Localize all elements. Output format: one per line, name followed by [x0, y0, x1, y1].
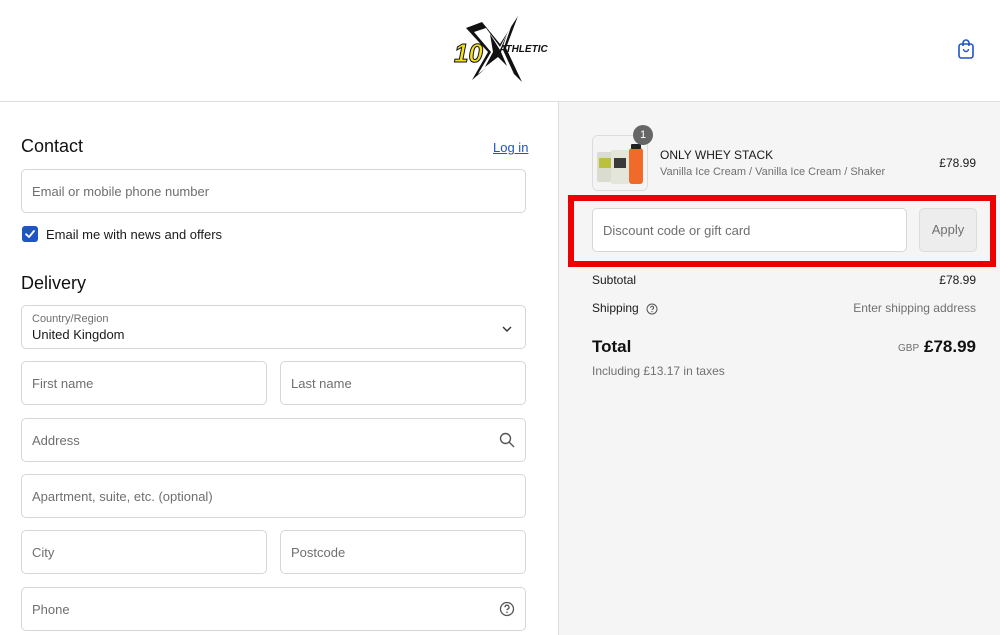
- chevron-down-icon: [502, 326, 512, 332]
- newsletter-label: Email me with news and offers: [46, 227, 223, 242]
- delivery-heading: Delivery: [21, 273, 87, 293]
- country-value: United Kingdom: [32, 327, 125, 342]
- address-placeholder: Address: [32, 433, 80, 448]
- search-icon[interactable]: [499, 432, 515, 448]
- taxes-note: Including £13.17 in taxes: [592, 364, 725, 378]
- postcode-field[interactable]: Postcode: [280, 530, 526, 574]
- shipping-row-label: Shipping: [592, 301, 658, 315]
- newsletter-checkbox[interactable]: [22, 226, 38, 242]
- apartment-placeholder: Apartment, suite, etc. (optional): [32, 489, 213, 504]
- subtotal-label: Subtotal: [592, 273, 637, 287]
- address-field[interactable]: Address: [21, 418, 526, 462]
- country-select[interactable]: Country/Region United Kingdom: [21, 305, 526, 349]
- email-field[interactable]: Email or mobile phone number: [21, 169, 526, 213]
- shopping-bag-icon: [958, 39, 974, 59]
- country-label: Country/Region: [32, 313, 109, 325]
- city-placeholder: City: [32, 545, 55, 560]
- contact-heading: Contact: [21, 136, 84, 156]
- logo-graphic: 10 ATHLETIC: [454, 16, 548, 82]
- discount-code-field[interactable]: Discount code or gift card: [592, 208, 907, 252]
- apartment-field[interactable]: Apartment, suite, etc. (optional): [21, 474, 526, 518]
- discount-placeholder: Discount code or gift card: [603, 223, 751, 238]
- quantity-badge: 1: [633, 125, 653, 145]
- shipping-value: Enter shipping address: [853, 301, 976, 315]
- help-circle-icon[interactable]: [646, 303, 658, 315]
- city-field[interactable]: City: [21, 530, 267, 574]
- help-circle-icon[interactable]: [499, 601, 515, 617]
- product-price: £78.99: [939, 156, 976, 170]
- brand-logo[interactable]: 10 ATHLETIC: [452, 14, 548, 84]
- postcode-placeholder: Postcode: [291, 545, 346, 560]
- total-label: Total: [592, 337, 632, 356]
- email-placeholder: Email or mobile phone number: [32, 184, 210, 199]
- shipping-label: Shipping: [592, 301, 639, 315]
- first-name-placeholder: First name: [32, 376, 94, 391]
- product-name: ONLY WHEY STACK: [660, 148, 774, 162]
- login-link[interactable]: Log in: [493, 140, 528, 155]
- subtotal-value: £78.99: [939, 273, 976, 287]
- total-value: £78.99: [924, 337, 976, 356]
- product-variant: Vanilla Ice Cream / Vanilla Ice Cream / …: [660, 166, 886, 178]
- phone-placeholder: Phone: [32, 602, 70, 617]
- last-name-field[interactable]: Last name: [280, 361, 526, 405]
- first-name-field[interactable]: First name: [21, 361, 267, 405]
- phone-field[interactable]: Phone: [21, 587, 526, 631]
- apply-discount-button[interactable]: Apply: [919, 208, 977, 252]
- checkmark-icon: [25, 230, 35, 238]
- svg-text:10: 10: [454, 38, 483, 68]
- last-name-placeholder: Last name: [291, 376, 352, 391]
- checkout-header: 10 ATHLETIC: [0, 0, 1000, 102]
- svg-text:ATHLETIC: ATHLETIC: [498, 44, 548, 55]
- cart-button[interactable]: [956, 38, 976, 60]
- total-currency: GBP: [898, 343, 920, 354]
